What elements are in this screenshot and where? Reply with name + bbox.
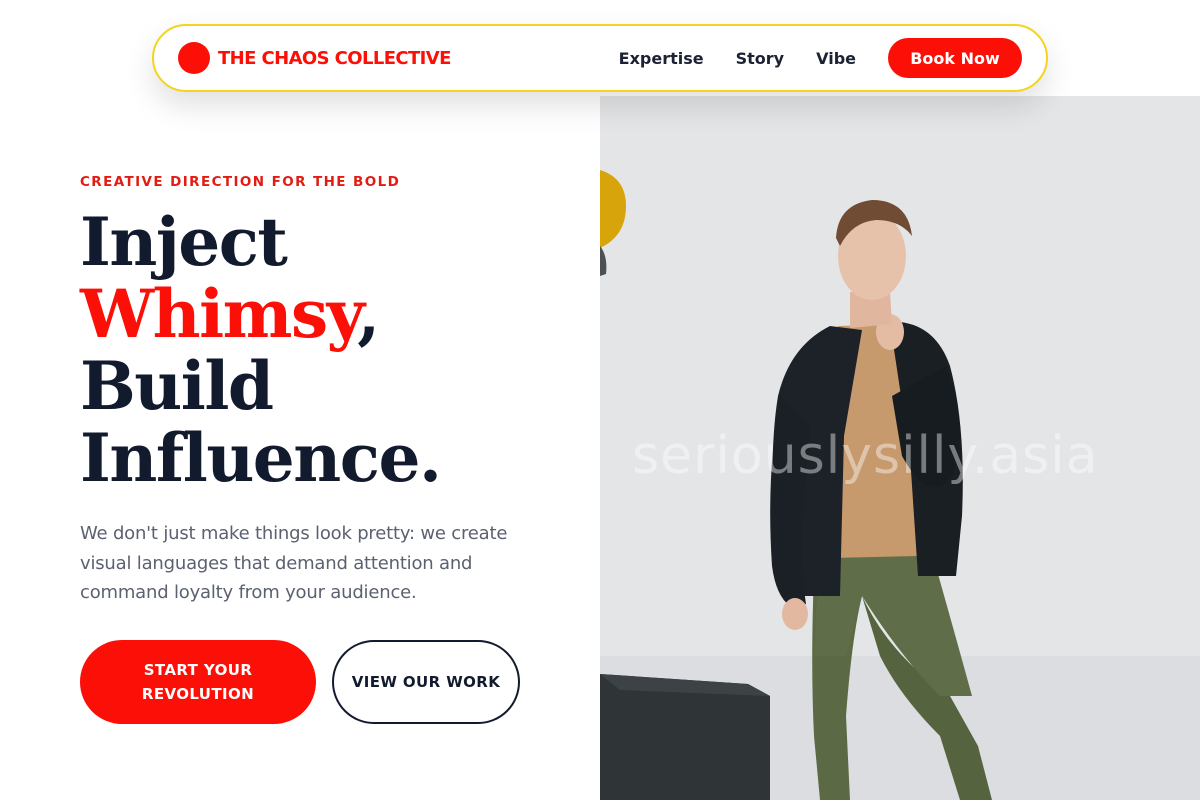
hero-description: We don't just make things look pretty: w… [80,523,508,603]
top-nav: THE CHAOS COLLECTIVE Expertise Story Vib… [152,24,1048,92]
nav-link-expertise[interactable]: Expertise [619,49,704,68]
start-revolution-button[interactable]: START YOUR REVOLUTION [80,640,316,724]
headline-line-3: Build [80,347,274,425]
hero-eyebrow: CREATIVE DIRECTION FOR THE BOLD [80,174,401,190]
book-now-button[interactable]: Book Now [888,38,1022,78]
brand-dot-icon [178,42,210,74]
photo-watermark: seriouslysilly.asia [632,426,1099,486]
nav-link-story[interactable]: Story [736,49,784,68]
nav-links: Expertise Story Vibe Book Now [619,38,1022,78]
hero-photo: seriouslysilly.asia [600,96,1200,800]
brand-logo[interactable]: THE CHAOS COLLECTIVE [178,42,451,74]
start-revolution-label: START YOUR REVOLUTION [141,661,255,703]
view-work-button[interactable]: VIEW OUR WORK [332,640,520,724]
headline-line-1: Inject [80,203,288,281]
headline-line-2: Whimsy, [80,278,580,350]
brand-name: THE CHAOS COLLECTIVE [218,47,451,69]
headline-line-4: Influence. [80,419,442,497]
view-work-label: VIEW OUR WORK [351,673,501,691]
headline-accent-suffix: , [357,275,380,353]
hero-headline: Inject Whimsy, Build Influence. [80,206,580,494]
nav-link-vibe[interactable]: Vibe [816,49,856,68]
headline-accent: Whimsy [80,275,359,353]
